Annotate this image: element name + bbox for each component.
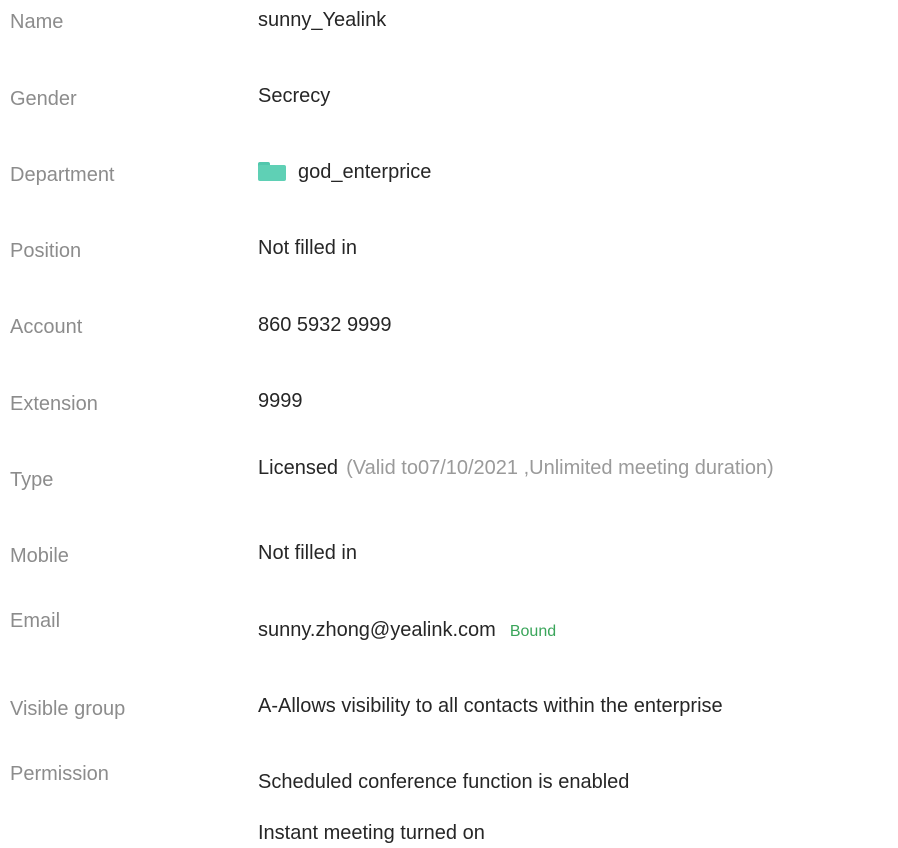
type-label: Type — [10, 469, 54, 491]
name-label: Name — [10, 11, 64, 33]
permission-scheduled-conference: Scheduled conference function is enabled — [258, 771, 630, 793]
mobile-label: Mobile — [10, 545, 69, 567]
extension-label: Extension — [10, 393, 98, 415]
gender-value: Secrecy — [258, 85, 331, 107]
mobile-value: Not filled in — [258, 542, 357, 564]
position-value: Not filled in — [258, 237, 357, 259]
department-label: Department — [10, 164, 115, 186]
department-name: god_enterprice — [298, 161, 432, 183]
visible-group-label: Visible group — [10, 698, 126, 720]
position-label: Position — [10, 240, 82, 262]
license-validity-note: (Valid to07/10/2021 ,Unlimited meeting d… — [346, 457, 774, 479]
email-address: sunny.zhong@yealink.com — [258, 619, 496, 641]
permission-label: Permission — [10, 763, 109, 785]
permission-instant-meeting: Instant meeting turned on — [258, 822, 485, 844]
email-label: Email — [10, 610, 61, 632]
email-bound-badge: Bound — [509, 623, 557, 640]
visible-group-value: A-Allows visibility to all contacts with… — [258, 695, 723, 717]
department-value: god_enterprice — [258, 160, 431, 184]
email-value: sunny.zhong@yealink.com Bound — [258, 618, 556, 644]
license-type: Licensed — [258, 457, 339, 479]
gender-label: Gender — [10, 88, 77, 110]
folder-icon — [258, 161, 286, 181]
name-value: sunny_Yealink — [258, 9, 387, 31]
account-label: Account — [10, 316, 83, 338]
extension-value: 9999 — [258, 390, 303, 412]
type-value: Licensed (Valid to07/10/2021 ,Unlimited m… — [258, 456, 774, 480]
account-value: 860 5932 9999 — [258, 314, 392, 336]
